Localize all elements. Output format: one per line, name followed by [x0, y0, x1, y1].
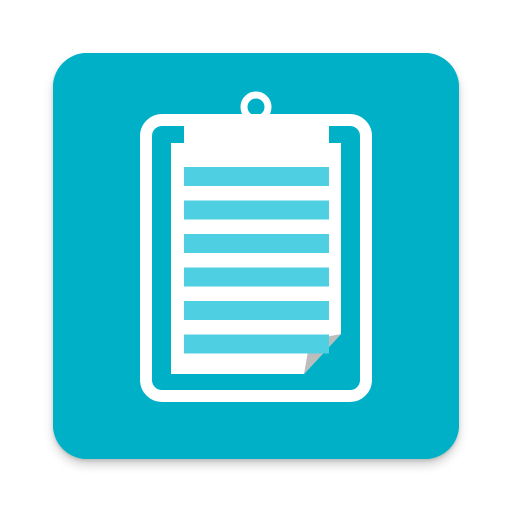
list-line — [184, 334, 329, 354]
list-line — [184, 234, 329, 253]
clipboard-list-icon — [53, 53, 459, 459]
list-line — [184, 167, 329, 186]
list-line — [184, 200, 329, 220]
clip-bar — [184, 114, 329, 148]
app-icon[interactable] — [0, 0, 512, 512]
list-line — [184, 267, 329, 287]
list-line — [184, 301, 329, 320]
